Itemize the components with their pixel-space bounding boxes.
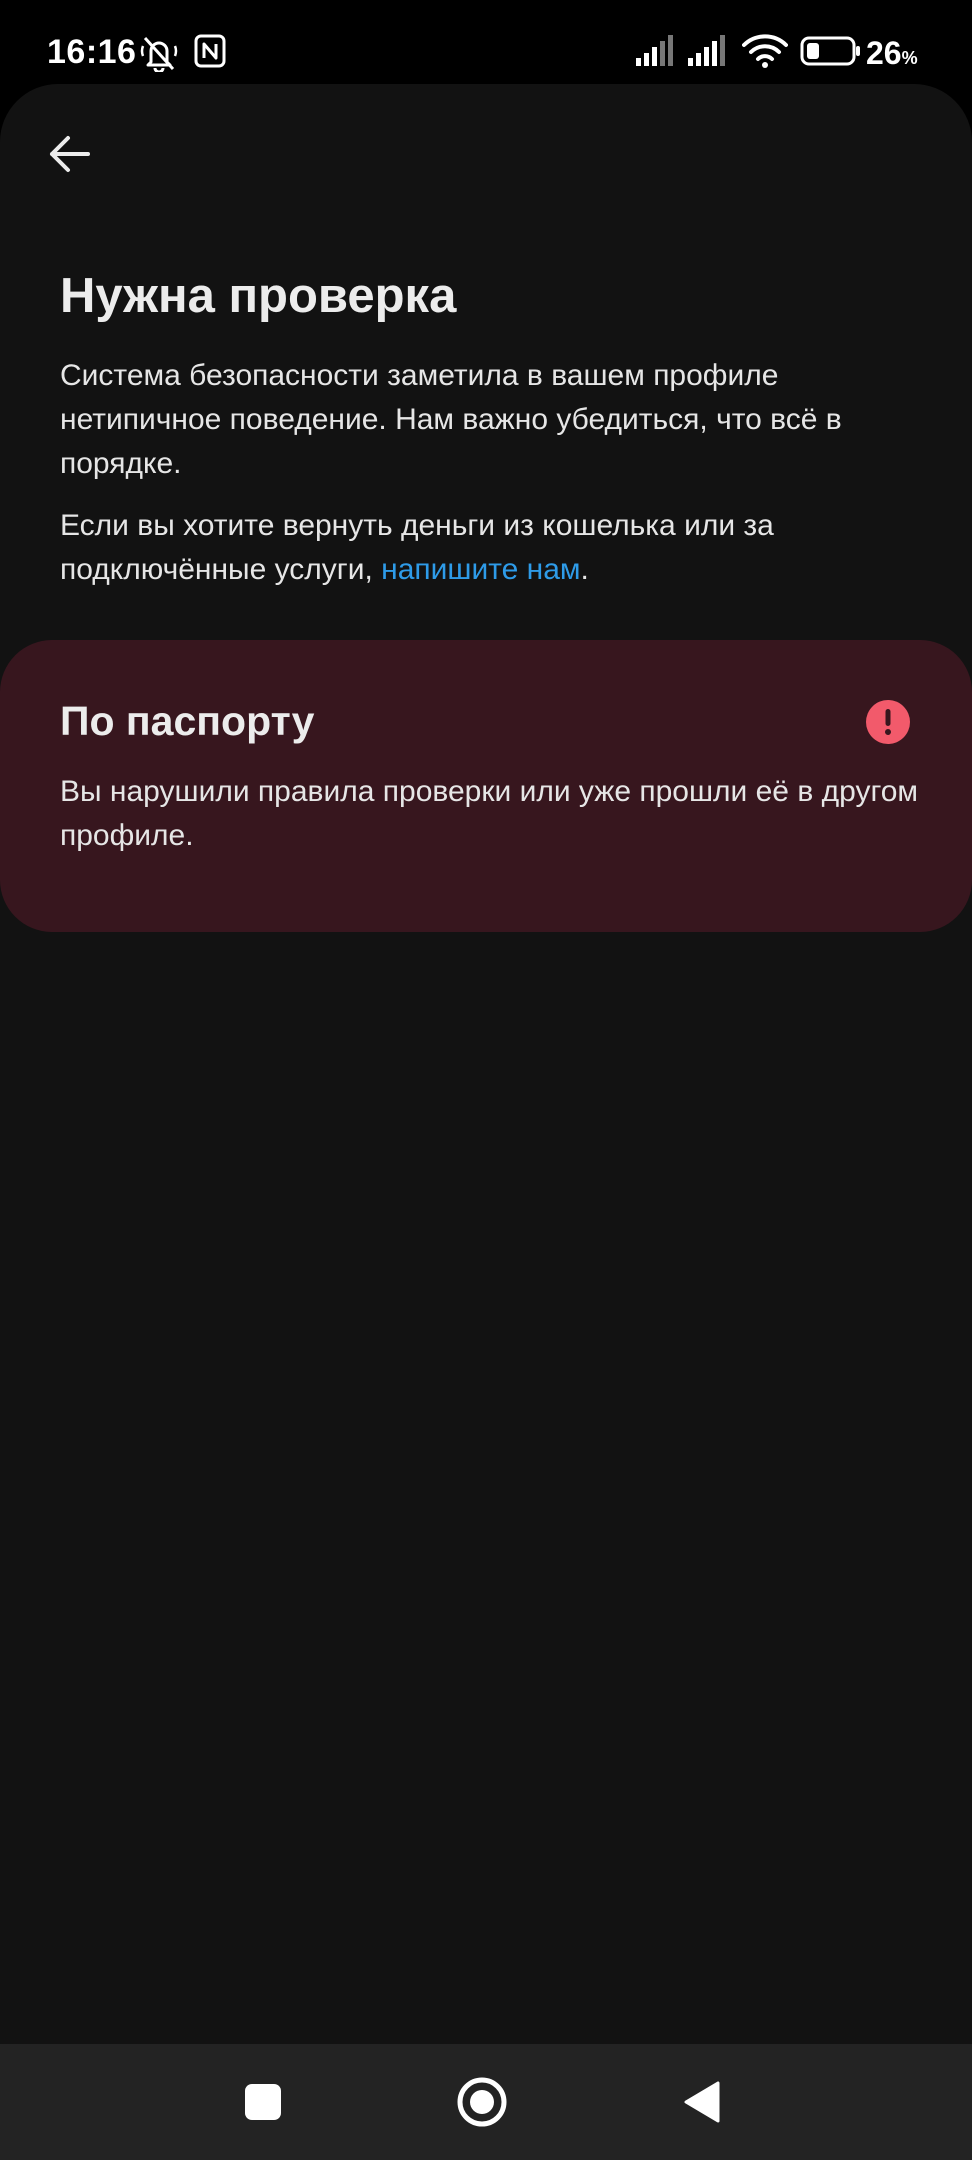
- signal-sim1-icon: [636, 35, 673, 66]
- passport-verification-card: По паспорту Вы нарушили правила проверки…: [0, 640, 972, 932]
- status-bar: 16:16 26%: [0, 0, 972, 84]
- recents-square-icon: [245, 2084, 281, 2120]
- page-title: Нужна проверка: [60, 269, 457, 323]
- system-back-button[interactable]: [672, 2072, 732, 2132]
- card-title: По паспорту: [60, 698, 315, 744]
- home-circle-icon: [457, 2077, 507, 2127]
- battery-icon: [800, 36, 860, 66]
- arrow-left-icon: [50, 136, 90, 172]
- recents-button[interactable]: [233, 2072, 293, 2132]
- home-button[interactable]: [452, 2072, 512, 2132]
- wifi-icon: [742, 34, 788, 68]
- refund-description: Если вы хотите вернуть деньги из кошельк…: [60, 504, 920, 592]
- battery-percent: 26%: [866, 35, 918, 71]
- signal-sim2-icon: [688, 35, 725, 66]
- security-description: Система безопасности заметила в вашем пр…: [60, 359, 842, 480]
- nfc-icon: [194, 34, 226, 68]
- status-time: 16:16: [47, 33, 137, 71]
- exclamation-circle-icon: [866, 700, 910, 744]
- back-triangle-icon: [684, 2081, 720, 2123]
- card-description: Вы нарушили правила проверки или уже про…: [60, 775, 919, 852]
- navigation-bar: [0, 2044, 972, 2160]
- mute-alarm-icon: [140, 36, 178, 72]
- back-button[interactable]: [36, 120, 104, 188]
- verification-screen: Нужна проверка Система безопасности заме…: [0, 84, 972, 2044]
- contact-us-link[interactable]: напишите нам: [381, 553, 580, 586]
- refund-text-end: .: [580, 553, 589, 586]
